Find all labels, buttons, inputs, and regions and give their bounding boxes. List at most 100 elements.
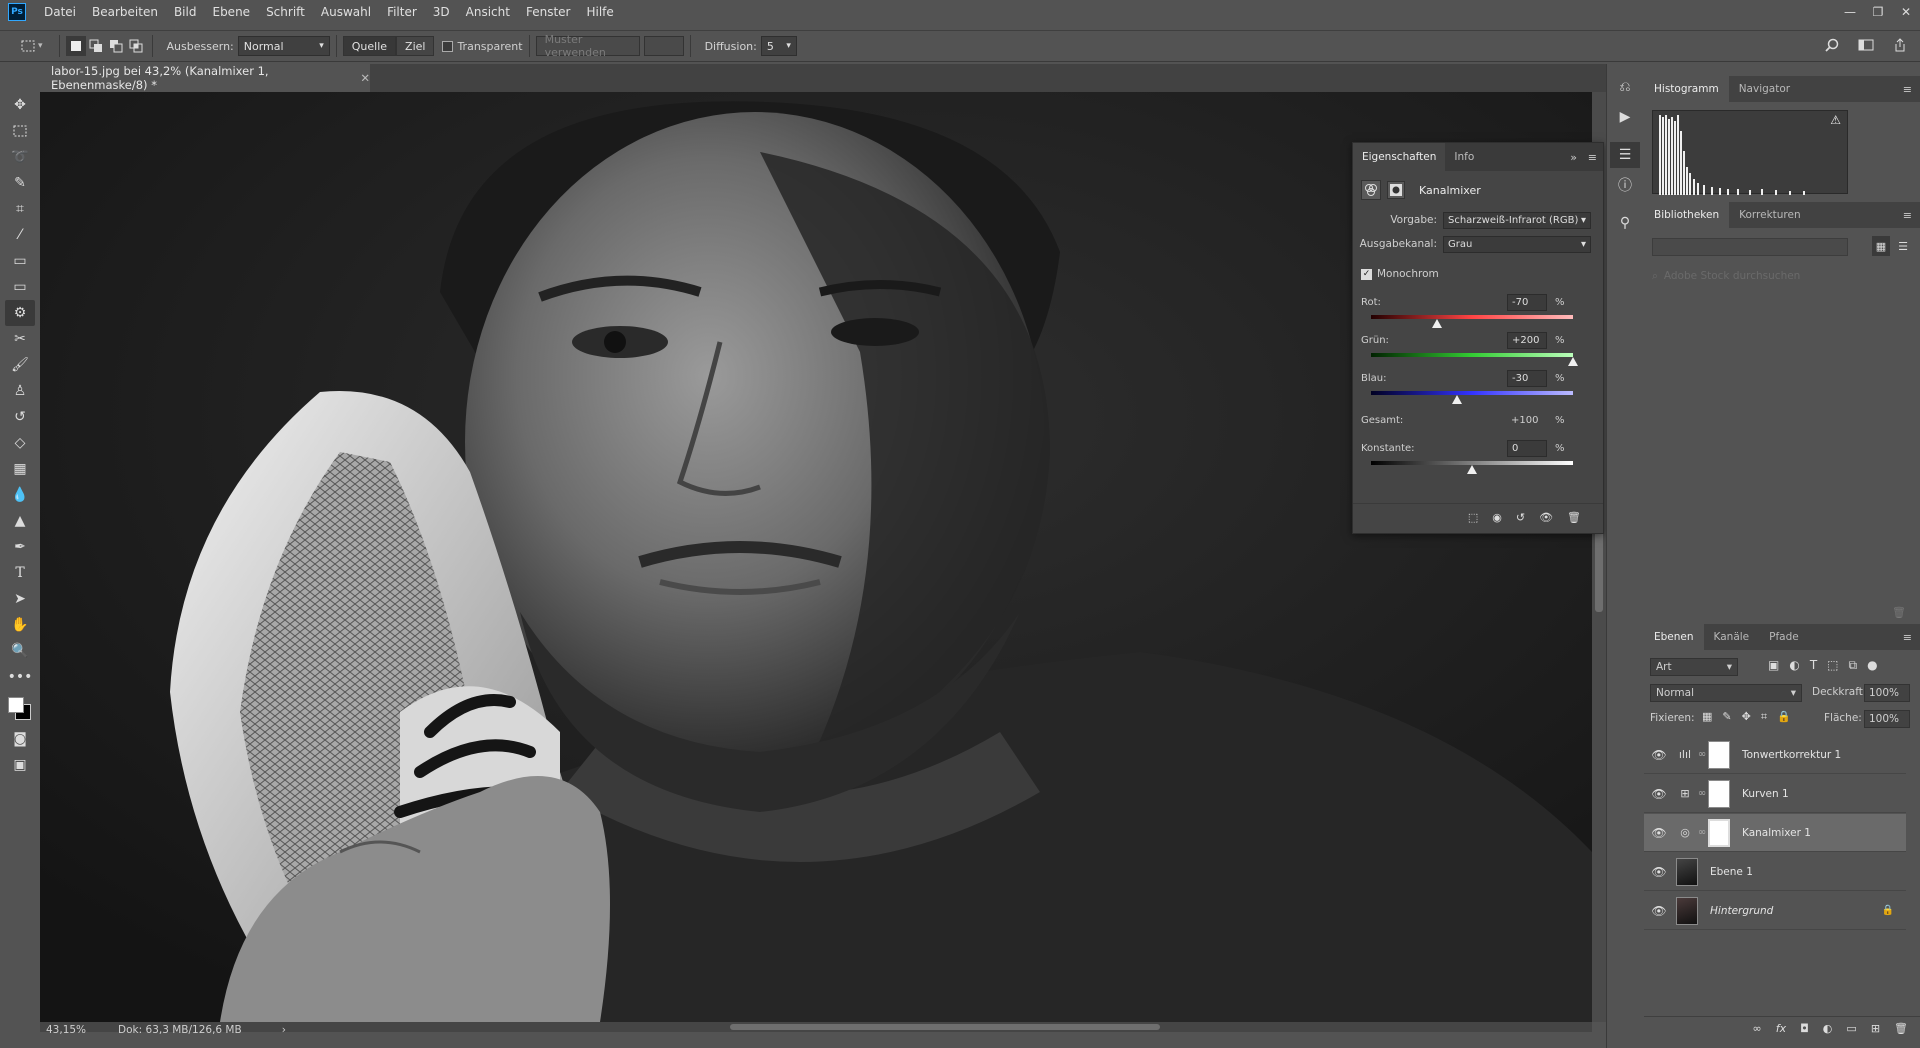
grid-view-icon[interactable]: ▦: [1872, 236, 1890, 256]
blur-tool-icon[interactable]: 💧: [5, 482, 35, 508]
search-icon[interactable]: [1822, 35, 1842, 55]
intersect-selection-icon[interactable]: [126, 36, 146, 56]
trash-icon[interactable]: 🗑: [1894, 1022, 1908, 1035]
minimize-icon[interactable]: —: [1836, 0, 1864, 24]
lock-position-icon[interactable]: ✥: [1742, 710, 1751, 724]
ausbessern-select[interactable]: Normal ▾: [237, 36, 330, 56]
tab-histogramm[interactable]: Histogramm: [1644, 76, 1729, 102]
visibility-eye-icon[interactable]: 👁: [1644, 865, 1674, 879]
new-group-icon[interactable]: ▭: [1846, 1022, 1856, 1035]
hand-tool-icon[interactable]: ✋: [5, 612, 35, 638]
tab-bibliotheken[interactable]: Bibliotheken: [1644, 202, 1730, 228]
new-adjustment-icon[interactable]: ◐: [1823, 1022, 1833, 1035]
gradient-icon[interactable]: ▦: [5, 456, 35, 482]
konstante-input[interactable]: 0: [1507, 439, 1547, 457]
menu-bild[interactable]: Bild: [166, 5, 205, 19]
path-selection-icon[interactable]: ➤: [5, 586, 35, 612]
layer-mask-thumbnail[interactable]: [1708, 818, 1730, 847]
crop-tool-icon[interactable]: ⌗: [5, 196, 35, 222]
tab-kanaele[interactable]: Kanäle: [1704, 624, 1760, 650]
menu-auswahl[interactable]: Auswahl: [313, 5, 379, 19]
blau-slider[interactable]: [1371, 391, 1573, 395]
layer-row[interactable]: 👁 ⊞ ∞ Kurven 1: [1644, 775, 1906, 813]
workspace-icon[interactable]: [1856, 35, 1876, 55]
lock-image-icon[interactable]: ✎: [1722, 710, 1731, 724]
fx-icon[interactable]: fx: [1776, 1022, 1786, 1035]
quick-selection-icon[interactable]: ✎: [5, 170, 35, 196]
trash-icon[interactable]: 🗑: [1567, 511, 1581, 524]
panel-menu-icon[interactable]: ≡: [1903, 209, 1912, 222]
close-icon[interactable]: ✕: [1892, 0, 1920, 24]
properties-panel-icon[interactable]: ☰: [1610, 142, 1640, 168]
channel-mixer-icon[interactable]: [1361, 180, 1381, 200]
patch-tool-preset-icon[interactable]: [18, 36, 38, 56]
dodge-tool-icon[interactable]: ▲: [5, 508, 35, 534]
ausgabekanal-select[interactable]: Grau ▾: [1443, 235, 1591, 253]
brush-tool-icon[interactable]: 🖌: [5, 352, 35, 378]
visibility-eye-icon[interactable]: 👁: [1644, 826, 1674, 840]
more-tools-icon[interactable]: •••: [5, 664, 35, 690]
link-icon[interactable]: ∞: [1696, 749, 1708, 760]
library-select[interactable]: [1652, 238, 1848, 256]
layer-row[interactable]: 👁 Hintergrund 🔒: [1644, 892, 1906, 930]
tab-info[interactable]: Info: [1445, 143, 1483, 171]
add-mask-icon[interactable]: ◘: [1800, 1022, 1809, 1035]
lock-transparent-icon[interactable]: ▦: [1702, 710, 1712, 724]
menu-hilfe[interactable]: Hilfe: [578, 5, 621, 19]
rot-input[interactable]: -70: [1507, 293, 1547, 311]
lock-icon[interactable]: 🔒: [1882, 905, 1894, 916]
restore-icon[interactable]: ❐: [1864, 0, 1892, 24]
diffusion-field[interactable]: 5 ▾: [760, 36, 797, 56]
layer-thumbnail[interactable]: [1676, 896, 1698, 925]
layer-mask-thumbnail[interactable]: [1708, 779, 1730, 808]
chevron-right-icon[interactable]: ›: [282, 1024, 286, 1036]
document-tab[interactable]: labor-15.jpg bei 43,2% (Kanalmixer 1, Eb…: [40, 64, 370, 92]
marquee-tool-icon[interactable]: [5, 118, 35, 144]
layer-mask-thumbnail[interactable]: [1708, 740, 1730, 769]
color-swatches[interactable]: [5, 690, 35, 726]
quick-mask-icon[interactable]: ◙: [5, 726, 35, 752]
visibility-icon[interactable]: 👁: [1539, 511, 1553, 524]
gruen-input[interactable]: +200: [1507, 331, 1547, 349]
type-tool-icon[interactable]: T: [5, 560, 35, 586]
link-icon[interactable]: ∞: [1696, 788, 1708, 799]
document-info[interactable]: Dok: 63,3 MB/126,6 MB: [118, 1024, 242, 1036]
menu-fenster[interactable]: Fenster: [518, 5, 579, 19]
tab-navigator[interactable]: Navigator: [1729, 76, 1800, 102]
ziel-button[interactable]: Ziel: [396, 36, 435, 56]
content-aware-move-icon[interactable]: ✂: [5, 326, 35, 352]
collapse-icon[interactable]: »: [1570, 151, 1577, 164]
eraser-icon[interactable]: ◇: [5, 430, 35, 456]
tab-ebenen[interactable]: Ebenen: [1644, 624, 1704, 650]
screen-mode-icon[interactable]: ▣: [5, 752, 35, 778]
chevron-down-icon[interactable]: ▾: [38, 41, 43, 51]
new-layer-icon[interactable]: ⊞: [1871, 1022, 1880, 1035]
filter-pixel-icon[interactable]: ▣: [1768, 658, 1779, 673]
pattern-picker[interactable]: [643, 36, 684, 56]
panel-menu-icon[interactable]: ≡: [1903, 83, 1912, 96]
foreground-color-swatch[interactable]: [8, 697, 24, 713]
warning-icon[interactable]: ⚠: [1830, 113, 1841, 127]
filter-toggle-icon[interactable]: ●: [1867, 658, 1877, 673]
zoom-tool-icon[interactable]: 🔍: [5, 638, 35, 664]
layer-row-selected[interactable]: 👁 ◎ ∞ Kanalmixer 1: [1644, 814, 1906, 852]
add-selection-icon[interactable]: [86, 36, 106, 56]
monochrom-row[interactable]: ✓ Monochrom: [1353, 265, 1603, 283]
reset-icon[interactable]: ↺: [1516, 511, 1525, 524]
blend-mode-select[interactable]: Normal ▾: [1650, 684, 1802, 702]
panel-menu-icon[interactable]: ≡: [1903, 631, 1912, 644]
menu-ansicht[interactable]: Ansicht: [458, 5, 518, 19]
filter-type-icon[interactable]: T: [1810, 658, 1817, 673]
list-view-icon[interactable]: ☰: [1894, 236, 1912, 256]
visibility-eye-icon[interactable]: 👁: [1644, 748, 1674, 762]
lock-artboard-icon[interactable]: ⌗: [1761, 710, 1767, 724]
menu-bearbeiten[interactable]: Bearbeiten: [84, 5, 166, 19]
opacity-field[interactable]: 100%: [1864, 684, 1910, 702]
layer-row[interactable]: 👁 ılıl ∞ Tonwertkorrektur 1: [1644, 736, 1906, 774]
share-icon[interactable]: [1890, 35, 1910, 55]
menu-filter[interactable]: Filter: [379, 5, 425, 19]
stock-search[interactable]: ⌕ Adobe Stock durchsuchen: [1652, 266, 1912, 286]
history-brush-icon[interactable]: ↺: [5, 404, 35, 430]
info-panel-icon[interactable]: ⓘ: [1610, 172, 1640, 198]
clone-stamp-icon[interactable]: ♙: [5, 378, 35, 404]
